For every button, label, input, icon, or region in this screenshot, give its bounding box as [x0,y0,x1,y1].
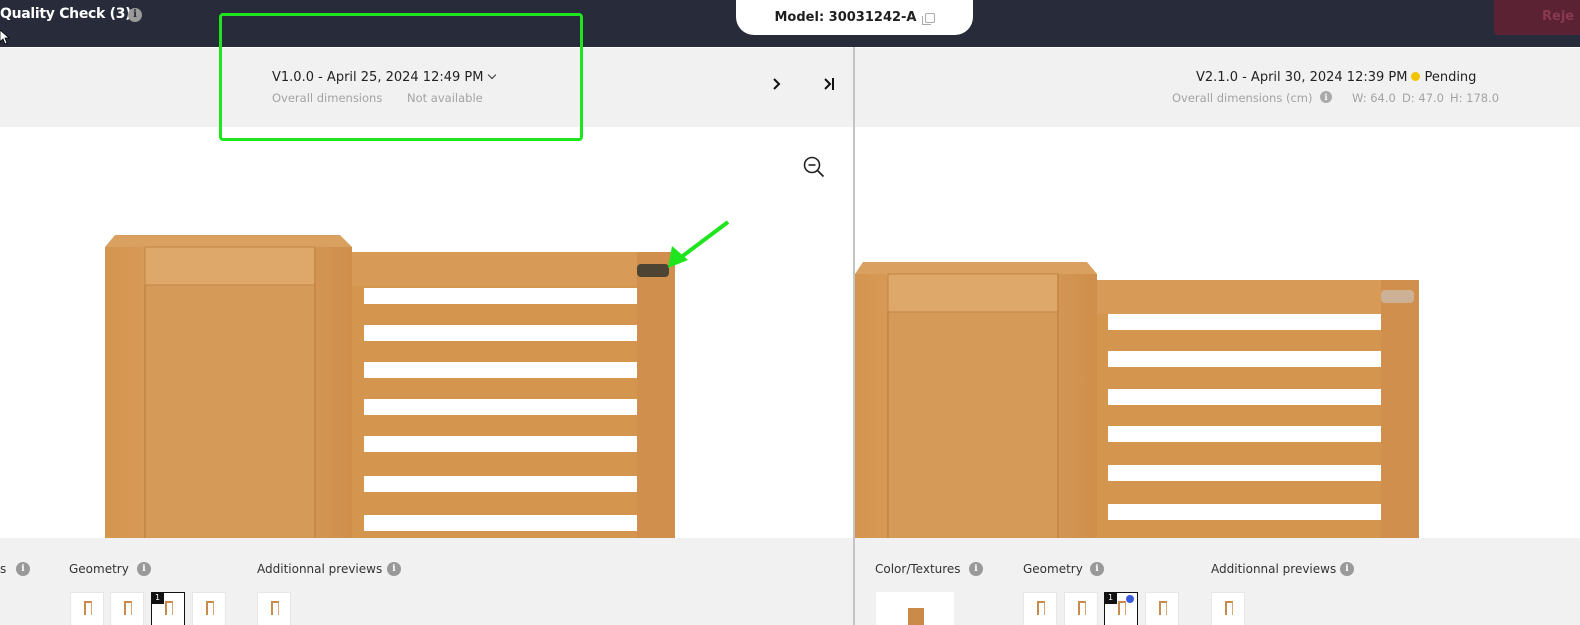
geometry-thumbnail[interactable] [70,592,104,625]
color-textures-info-icon[interactable]: i [969,562,983,576]
right-previews-label: Additionnal previews [1211,562,1337,576]
annotation-highlight-box [219,13,583,141]
texture-thumbnail[interactable] [876,592,954,625]
geometry-thumbnail-selected[interactable]: 1 [151,592,185,625]
geometry-thumbnail[interactable] [1064,592,1098,625]
right-version-label: V2.1.0 - April 30, 2024 12:39 PM [1196,70,1408,85]
status-badge: Pending [1424,70,1477,85]
geometry-thumbnail[interactable] [1145,592,1179,625]
left-previews-label: Additionnal previews [257,562,383,576]
annotation-arrow-icon [668,220,730,268]
geometry-thumbnail[interactable] [110,592,144,625]
furniture-icon [1225,601,1233,615]
furniture-icon [84,601,92,615]
left-color-textures-label: s [0,562,7,576]
geometry-info-icon[interactable]: i [137,562,151,576]
left-assets-bar: s i Geometry i Additionnal previews i 1 [0,538,853,625]
right-geometry-label: Geometry [1023,562,1083,576]
change-indicator-dot [1126,595,1134,603]
furniture-icon [206,601,214,615]
right-assets-bar: Color/Textures i Geometry i Additionnal … [855,538,1580,625]
depth-value: D: 47.0 [1402,91,1444,105]
previews-info-icon[interactable]: i [1340,562,1354,576]
furniture-icon [271,601,279,615]
next-version-icon[interactable] [772,77,782,91]
right-version-line: V2.1.0 - April 30, 2024 12:39 PM Pending [1196,70,1476,85]
previews-info-icon[interactable]: i [387,562,401,576]
furniture-icon [1078,601,1086,615]
texture-swatch [908,608,924,625]
color-textures-info-icon[interactable]: i [16,562,30,576]
zoom-out-icon[interactable] [803,156,825,178]
left-geometry-label: Geometry [69,562,129,576]
info-icon[interactable]: i [128,8,142,22]
preview-thumbnail[interactable] [257,592,291,625]
left-model-preview [105,235,675,538]
right-version-header: V2.1.0 - April 30, 2024 12:39 PM Pending … [855,48,1580,127]
mouse-cursor-icon [0,29,11,48]
geometry-info-icon[interactable]: i [1090,562,1104,576]
height-value: H: 178.0 [1450,91,1500,105]
geometry-thumbnail-selected[interactable]: 1 [1104,592,1138,625]
preview-thumbnail[interactable] [1211,592,1245,625]
copy-icon[interactable] [921,12,935,25]
selected-number-badge: 1 [151,592,164,604]
furniture-icon [1037,601,1045,615]
right-model-preview [855,262,1419,538]
width-value: W: 64.0 [1352,91,1396,105]
last-version-icon[interactable] [822,77,838,91]
reject-button[interactable]: Reje [1494,0,1580,35]
quality-check-title: Quality Check (3) [0,6,132,22]
right-dimensions-label: Overall dimensions (cm) [1172,91,1313,105]
geometry-thumbnail[interactable] [1023,592,1057,625]
pending-status-dot [1411,72,1421,81]
furniture-icon [1159,601,1167,615]
furniture-icon [124,601,132,615]
right-color-textures-label: Color/Textures [875,562,961,576]
selected-number-badge: 1 [1104,592,1117,604]
furniture-icon [1118,601,1126,615]
furniture-icon [165,601,173,615]
geometry-thumbnail[interactable] [192,592,226,625]
model-pill[interactable]: Model: 30031242-A [736,0,973,35]
dimensions-info-icon[interactable]: i [1320,91,1332,103]
model-label: Model: 30031242-A [774,10,917,25]
